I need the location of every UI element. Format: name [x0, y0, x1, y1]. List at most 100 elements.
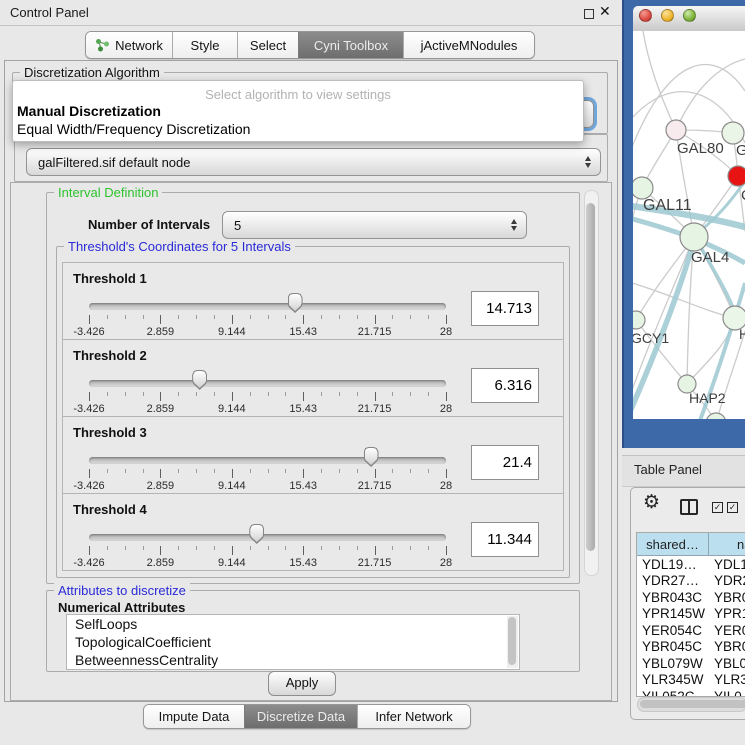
table-horizontal-scrollbar[interactable]: [637, 697, 745, 712]
columns-icon[interactable]: [680, 499, 698, 515]
apply-button[interactable]: Apply: [268, 671, 336, 696]
tab-discretize-data[interactable]: Discretize Data: [244, 705, 357, 728]
interval-definition-group-label: Interval Definition: [54, 185, 162, 200]
slider-tick: [428, 469, 429, 473]
gear-icon[interactable]: ⚙: [643, 493, 660, 512]
threshold-value-field[interactable]: 11.344: [471, 522, 539, 557]
network-node-label: GAL80: [677, 140, 724, 157]
slider-tick-label: 2.859: [132, 557, 188, 569]
tab-label: Select: [250, 38, 286, 53]
threshold-slider-thumb[interactable]: [288, 293, 303, 313]
slider-tick-label: 15.43: [275, 403, 331, 415]
checkbox-icon[interactable]: ✓: [712, 502, 723, 513]
tab-select[interactable]: Select: [237, 32, 298, 58]
column-header-shared-name[interactable]: shared…: [637, 533, 709, 555]
slider-tick: [178, 392, 179, 396]
window-zoom-button[interactable]: [683, 9, 696, 22]
threshold-slider-thumb[interactable]: [249, 524, 264, 544]
network-node[interactable]: [633, 311, 645, 329]
tab-style[interactable]: Style: [172, 32, 237, 58]
slider-tick-label: 28: [418, 326, 474, 338]
threshold-value-field[interactable]: 21.4: [471, 445, 539, 480]
float-window-icon[interactable]: [584, 9, 594, 19]
table-row[interactable]: YER054CYER0: [637, 622, 745, 639]
tab-network[interactable]: Network: [86, 32, 172, 58]
threshold-slider-thumb[interactable]: [364, 447, 379, 467]
algorithm-option-equal-width[interactable]: Equal Width/Frequency Discretization: [17, 121, 250, 137]
slider-tick: [428, 315, 429, 319]
threshold-value-field[interactable]: 14.713: [471, 291, 539, 326]
slider-tick: [321, 546, 322, 550]
network-node[interactable]: [680, 223, 708, 251]
tab-impute-data[interactable]: Impute Data: [144, 705, 244, 728]
slider-tick: [339, 546, 340, 550]
settings-vertical-scrollbar[interactable]: [584, 190, 599, 576]
number-of-intervals-spinner[interactable]: 5: [222, 211, 527, 239]
table-row[interactable]: YDR27…YDR2: [637, 573, 745, 590]
slider-tick: [125, 469, 126, 473]
scrollbar-thumb[interactable]: [508, 617, 516, 665]
table-row[interactable]: YDL19…YDL1: [637, 556, 745, 573]
slider-tick: [196, 315, 197, 319]
scrollbar-thumb[interactable]: [640, 700, 745, 708]
checkbox-icon[interactable]: ✓: [727, 502, 738, 513]
window-close-button[interactable]: [639, 9, 652, 22]
algorithm-popup-hint: Select algorithm to view settings: [13, 87, 583, 102]
table-row[interactable]: YPR145WYPR1: [637, 606, 745, 623]
network-node[interactable]: [666, 120, 686, 140]
list-scrollbar[interactable]: [507, 616, 518, 668]
slider-tick: [357, 392, 358, 396]
table-data-combobox[interactable]: galFiltered.sif default node: [26, 148, 601, 176]
close-icon[interactable]: ✕: [599, 3, 611, 20]
window-minimize-button[interactable]: [661, 9, 674, 22]
table-panel-title: Table Panel: [634, 462, 702, 477]
slider-tick: [375, 315, 376, 324]
table-row[interactable]: YBL079WYBL0: [637, 655, 745, 672]
attribute-list-item[interactable]: TopologicalCoefficient: [67, 633, 519, 651]
slider-tick-label: 28: [418, 403, 474, 415]
network-canvas[interactable]: GAL80GACGAL11GAL4GCY1HHAP2: [633, 31, 745, 419]
threshold-slider-track[interactable]: [89, 303, 446, 310]
slider-tick: [392, 392, 393, 396]
attribute-list-item[interactable]: SelfLoops: [67, 615, 519, 633]
slider-tick: [214, 392, 215, 396]
attribute-list-item[interactable]: BetweennessCentrality: [67, 651, 519, 669]
algorithm-option-manual[interactable]: Manual Discretization: [17, 103, 161, 119]
numerical-attributes-list[interactable]: SelfLoopsTopologicalCoefficientBetweenne…: [66, 614, 520, 670]
slider-tick-label: -3.426: [61, 403, 117, 415]
column-header-name[interactable]: na: [709, 533, 745, 555]
slider-tick: [196, 392, 197, 396]
slider-tick-label: 21.715: [347, 480, 403, 492]
slider-tick: [303, 546, 304, 555]
threshold-slider-track[interactable]: [89, 380, 446, 387]
slider-tick: [410, 469, 411, 473]
network-node[interactable]: [722, 122, 744, 144]
threshold-value-field[interactable]: 6.316: [471, 368, 539, 403]
slider-tick-label: 9.144: [204, 326, 260, 338]
network-node[interactable]: [728, 166, 745, 186]
network-node[interactable]: [633, 177, 653, 199]
slider-tick: [232, 469, 233, 478]
table-row[interactable]: YIL052CYIL0: [637, 688, 745, 697]
table-row[interactable]: YBR045CYBR0: [637, 639, 745, 656]
threshold-slider-track[interactable]: [89, 534, 446, 541]
slider-tick: [107, 392, 108, 396]
thresholds-group-label: Threshold's Coordinates for 5 Intervals: [64, 239, 295, 254]
threshold-slider-thumb[interactable]: [192, 370, 207, 390]
network-node[interactable]: [706, 413, 726, 419]
scrollbar-thumb[interactable]: [586, 203, 595, 551]
slider-tick: [160, 469, 161, 478]
slider-tick: [125, 315, 126, 319]
tab-infer-network[interactable]: Infer Network: [357, 705, 470, 728]
table-row[interactable]: YLR345WYLR3: [637, 672, 745, 689]
threshold-slider-track[interactable]: [89, 457, 446, 464]
table-data-selected-value: galFiltered.sif default node: [38, 155, 190, 170]
table-row[interactable]: YBR043CYBR0: [637, 589, 745, 606]
cell-shared-name: YPR145W: [637, 606, 708, 621]
network-node-label: HAP2: [689, 390, 726, 406]
cell-shared-name: YBR043C: [637, 590, 708, 605]
tab-jactivemnodules[interactable]: jActiveMNodules: [403, 32, 534, 58]
tab-cyni-toolbox[interactable]: Cyni Toolbox: [298, 32, 403, 58]
cell-name: YIL0: [708, 689, 742, 697]
top-tab-bar: Network Style Select Cyni Toolbox jActiv…: [85, 31, 535, 59]
